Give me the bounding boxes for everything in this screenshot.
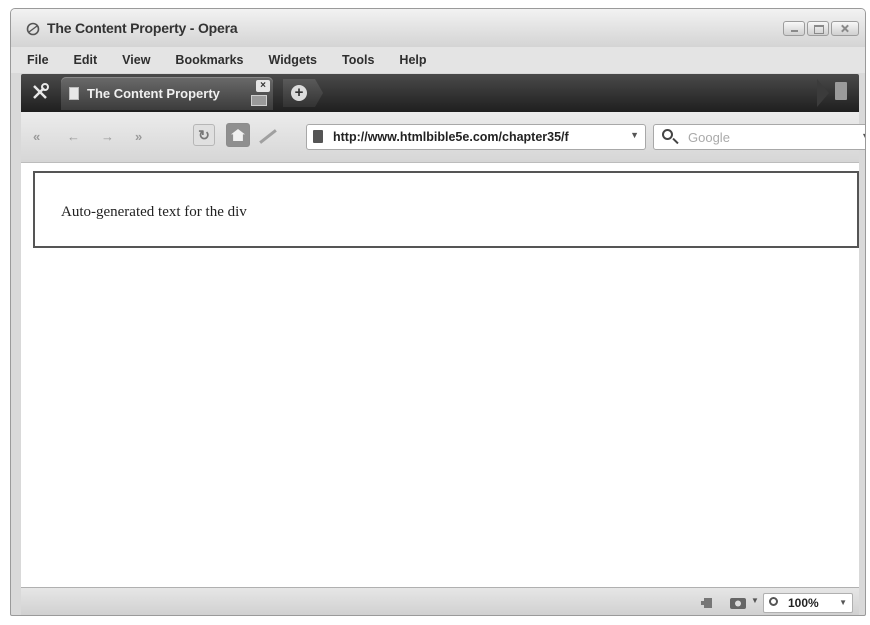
page-content: Auto-generated text for the div: [21, 162, 859, 588]
rewind-button[interactable]: «: [33, 129, 40, 144]
window-controls: [783, 21, 859, 36]
opera-icon: [26, 22, 40, 36]
forward-button[interactable]: →: [101, 129, 114, 144]
reload-button[interactable]: ↻: [193, 124, 215, 146]
menu-file[interactable]: File: [27, 53, 49, 67]
home-icon: [231, 129, 245, 141]
menu-tools[interactable]: Tools: [342, 53, 374, 67]
close-window-button[interactable]: [831, 21, 859, 36]
zoom-dropdown-icon[interactable]: ▼: [839, 598, 847, 607]
title-bar: The Content Property - Opera: [11, 9, 865, 47]
address-bar[interactable]: http://www.htmlbible5e.com/chapter35/f ▼: [306, 124, 646, 150]
tab-bar: The Content Property × +: [21, 74, 859, 112]
menu-bookmarks[interactable]: Bookmarks: [175, 53, 243, 67]
tools-icon[interactable]: [30, 82, 50, 102]
content-div: Auto-generated text for the div: [33, 171, 859, 248]
menu-bar: File Edit View Bookmarks Widgets Tools H…: [11, 47, 865, 73]
tab-the-content-property[interactable]: The Content Property ×: [61, 77, 273, 110]
maximize-button[interactable]: [807, 21, 829, 36]
address-input[interactable]: http://www.htmlbible5e.com/chapter35/f: [333, 130, 613, 144]
search-dropdown-icon[interactable]: ▼: [861, 131, 865, 141]
window-title: The Content Property - Opera: [47, 20, 238, 36]
navigation-bar: « ← → » ↻ http://www.htmlbible5e.com/cha…: [21, 112, 865, 162]
status-bar: ▼ 100% ▼: [21, 587, 859, 615]
content-text: Auto-generated text for the div: [61, 204, 247, 220]
page-icon: [69, 87, 79, 100]
page-info-icon[interactable]: [313, 130, 323, 143]
camera-dropdown-icon[interactable]: ▼: [751, 596, 759, 605]
tab-label: The Content Property: [87, 86, 220, 101]
camera-icon[interactable]: [729, 596, 747, 610]
puzzle-icon[interactable]: [701, 596, 715, 610]
home-button[interactable]: [226, 123, 250, 147]
search-input[interactable]: Google: [688, 130, 730, 145]
tab-close-icon[interactable]: ×: [256, 80, 270, 92]
back-button[interactable]: ←: [67, 129, 80, 144]
zoom-control[interactable]: 100% ▼: [763, 593, 853, 613]
browser-window: The Content Property - Opera File Edit V…: [10, 8, 866, 616]
address-dropdown-icon[interactable]: ▼: [630, 130, 639, 140]
trash-icon[interactable]: [835, 82, 847, 100]
menu-widgets[interactable]: Widgets: [269, 53, 318, 67]
wand-icon[interactable]: [259, 129, 277, 144]
minimize-button[interactable]: [783, 21, 805, 36]
zoom-icon: [769, 597, 778, 606]
search-icon[interactable]: [662, 129, 673, 140]
menu-help[interactable]: Help: [399, 53, 426, 67]
menu-view[interactable]: View: [122, 53, 150, 67]
search-box[interactable]: Google ▼: [653, 124, 865, 150]
plus-icon: +: [291, 85, 307, 101]
zoom-level: 100%: [788, 596, 819, 610]
fast-forward-button[interactable]: »: [135, 129, 142, 144]
tab-thumbnail-icon[interactable]: [251, 95, 267, 106]
trash-arrow: [817, 79, 829, 107]
menu-edit[interactable]: Edit: [74, 53, 98, 67]
new-tab-button[interactable]: +: [283, 79, 323, 107]
